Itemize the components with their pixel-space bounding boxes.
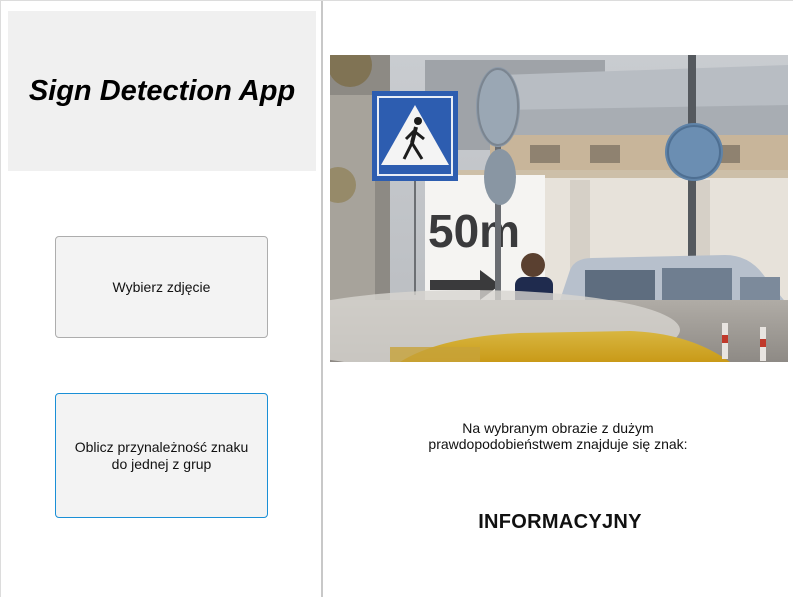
classify-sign-button-label: Oblicz przynależność znaku do jednej z g…: [74, 438, 249, 472]
app-title: Sign Detection App: [28, 74, 296, 107]
choose-image-button[interactable]: Wybierz zdjęcie: [55, 236, 268, 338]
selected-photo: 50m: [330, 55, 788, 362]
result-description: Na wybranym obrazie z dużym prawdopodobi…: [428, 420, 688, 452]
result-panel: 50m Na wybranym obrazie z dużym prawdopo…: [323, 1, 793, 597]
street-scene-image: 50m: [330, 55, 788, 362]
title-banner: Sign Detection App: [8, 11, 316, 171]
app-window: Sign Detection App Wybierz zdjęcie Oblic…: [0, 0, 793, 597]
choose-image-button-label: Wybierz zdjęcie: [112, 278, 211, 295]
billboard-text: 50m: [428, 205, 520, 257]
classify-sign-button[interactable]: Oblicz przynależność znaku do jednej z g…: [55, 393, 268, 518]
result-sign-class: INFORMACYJNY: [478, 511, 642, 533]
control-panel: Sign Detection App Wybierz zdjęcie Oblic…: [1, 1, 323, 597]
